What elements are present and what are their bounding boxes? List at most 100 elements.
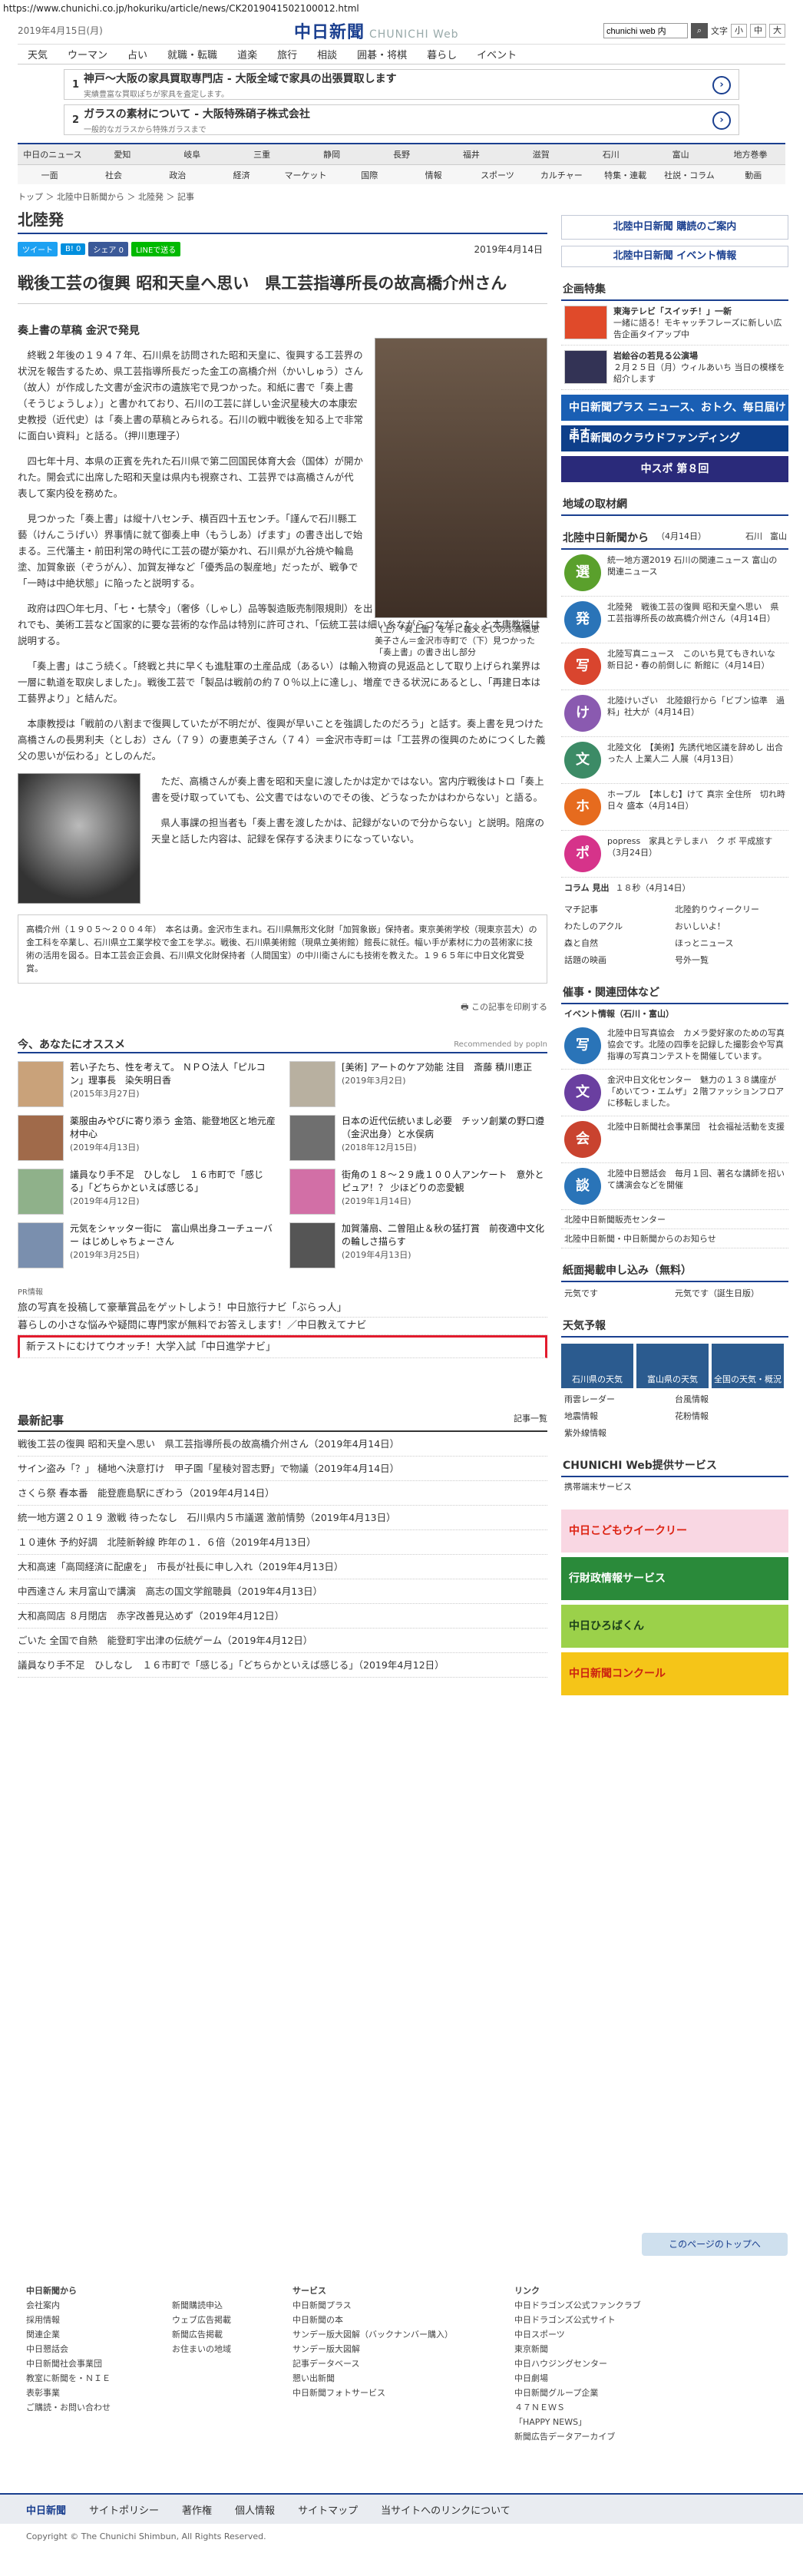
font-small-button[interactable]: 小 [731, 23, 747, 38]
ad-item[interactable]: 2 ガラスの素材について - 大阪特殊硝子株式会社 一般的なガラスから特殊ガラスまで… [64, 104, 739, 135]
print-link[interactable]: 🖶 この記事を印刷する [18, 1000, 547, 1015]
hokuriku-item[interactable]: け北陸けいざい 北陸銀行から「ビブン協準 過料」社大が（4月14日） [561, 690, 788, 737]
gnav-item[interactable]: 相談 [307, 47, 347, 61]
latest-item[interactable]: 大和高岡店 ８月閉店 赤字改善見込めず（2019年4月12日） [18, 1604, 547, 1629]
sidebar-link[interactable]: マチ記事 [564, 903, 675, 915]
recommend-provider[interactable]: Recommended by popIn [454, 1040, 547, 1049]
banner-kodomo[interactable]: 中日こどもウイークリー [561, 1510, 788, 1553]
apply-link[interactable]: 元気です（誕生日版） [675, 1287, 785, 1299]
hokuriku-item[interactable]: 選統一地方選2019 石川の関連ニュース 富山の関連ニュース [561, 550, 788, 597]
recommend-item[interactable]: [美術] アートのケア効能 注目 斎藤 積川恵正 (2019年3月2日) [289, 1061, 547, 1107]
gnav-item[interactable]: 暮らし [417, 47, 467, 61]
cat-nav-item[interactable]: 一面 [18, 169, 81, 181]
service-link[interactable]: 携帯端末サービス [561, 1477, 788, 1496]
sidebar-link[interactable]: おいしいよ！ [675, 920, 785, 932]
pr-link[interactable]: 旅の写真を投稿して豪華賞品をゲットしよう！中日旅行ナビ「ぶらっ人」 [18, 1300, 547, 1318]
gnav-item[interactable]: 天気 [18, 47, 58, 61]
cat-nav-item[interactable]: カルチャー [530, 169, 593, 181]
weather-link[interactable]: 花粉情報 [675, 1410, 785, 1422]
banner-hiroba[interactable]: 中日ひろばくん [561, 1605, 788, 1648]
cat-nav-item[interactable]: 政治 [146, 169, 210, 181]
weather-link[interactable]: 紫外線情報 [564, 1427, 675, 1439]
latest-item[interactable]: サイン盗み「？」 樋地ヘ決意打け 甲子園「星稜対習志野」で物議（2019年4月1… [18, 1457, 547, 1481]
latest-item[interactable]: １０連休 予約好調 北陸新幹線 昨年の１．６倍（2019年4月13日） [18, 1530, 547, 1555]
more-link[interactable]: 北陸中日新聞・中日新聞からのお知らせ [561, 1229, 788, 1248]
hokuriku-item[interactable]: 文北陸文化 【美術】先誘代地区議を辞めし 出合った人 上業人二 人展（4月13日… [561, 737, 788, 784]
latest-item[interactable]: 大和高速「高岡経済に配慮を」 市長が社長に申し入れ（2019年4月13日） [18, 1555, 547, 1579]
local-nav-item[interactable]: 静岡 [297, 148, 367, 160]
footer-link[interactable]: 著作権 [182, 2502, 212, 2517]
gnav-item[interactable]: 旅行 [267, 47, 307, 61]
tab-ishikawa[interactable]: 石川 [745, 530, 762, 545]
local-nav-item[interactable]: 石川 [576, 148, 646, 160]
cat-nav-item[interactable]: マーケット [273, 169, 337, 181]
recommend-item[interactable]: 若い子たち、性を考えて。 ＮＰＯ法人「ピルコン」理事長 染矢明日香 (2015年3… [18, 1061, 276, 1107]
back-to-top-button[interactable]: このページのトップへ [642, 2233, 788, 2256]
cat-nav-item[interactable]: 動画 [722, 169, 785, 181]
latest-item[interactable]: さくら祭 春本番 能登鹿島駅にぎわう（2019年4月14日） [18, 1481, 547, 1506]
cat-nav-item[interactable]: 特集・連載 [593, 169, 657, 181]
latest-item[interactable]: 議員なり手不足 ひしなし １６市町で「感じる」「どちらかといえば感じる」（201… [18, 1653, 547, 1678]
banner-chuspo[interactable]: 中スポ 第８回 [561, 456, 788, 482]
latest-item[interactable]: 統一地方選２０１９ 激戦 待ったなし 石川県内５市議選 激前情勢（2019年4月… [18, 1506, 547, 1530]
cat-nav-item[interactable]: 社説・コラム [657, 169, 721, 181]
pr-link[interactable]: 暮らしの小さな悩みや疑問に専門家が無料でお答えします！／中日教えてナビ [18, 1318, 547, 1335]
local-nav-item[interactable]: 地方巻拳 [715, 148, 785, 160]
subscribe-button[interactable]: 北陸中日新聞 購読のご案内 [561, 215, 788, 240]
recommend-item[interactable]: 街角の１８～２９歳１００人アンケート 意外とピュア！？ 少ほどりの恋愛観 (201… [289, 1169, 547, 1215]
sidebar-link[interactable]: ほっとニュース [675, 937, 785, 949]
weather-tile[interactable]: 石川県の天気 [561, 1344, 633, 1388]
feature-item[interactable]: 東海テレビ「スイッチ！」一新 一緒に語る！モキャッチフレーズに新しい広告企画タイア… [561, 301, 788, 346]
latest-item[interactable]: 中西達さん 末月富山で講演 高志の国文学館聴員（2019年4月13日） [18, 1579, 547, 1604]
hokuriku-item[interactable]: 写北陸写真ニュース このいち見てもきれいな 新日記・春の前倒しに 新館に（4月1… [561, 643, 788, 690]
latest-item[interactable]: ごいた 全国で自熱 能登町宇出津の伝統ゲーム（2019年4月12日） [18, 1629, 547, 1653]
local-nav-item[interactable]: 三重 [227, 148, 297, 160]
gnav-item[interactable]: イベント [467, 47, 527, 61]
local-nav-item[interactable]: 愛知 [88, 148, 157, 160]
latest-item[interactable]: 戦後工芸の復興 昭和天皇へ思い 県工芸指導所長の故高橋介州さん（2019年4月1… [18, 1432, 547, 1457]
feature-item[interactable]: 岩絵谷の若見る公演場 ２月２５日（月）ウィルあいち 当日の模様を紹介します [561, 346, 788, 390]
recommend-item[interactable]: 元気をシャッター街に 富山県出身ユーチューバー はじめしゃちょーさん (2019年… [18, 1222, 276, 1268]
hokuriku-item[interactable]: ポ popress 家具とテしまハ ク ボ 平成旅す（3月24日） [561, 831, 788, 878]
weather-tile[interactable]: 富山県の天気 [636, 1344, 709, 1388]
chevron-right-icon[interactable]: › [712, 111, 731, 130]
footer-logo[interactable]: 中日新聞 [26, 2502, 66, 2517]
cat-nav-item[interactable]: 社会 [81, 169, 145, 181]
hokuriku-item[interactable]: 発北陸発 戦後工芸の復興 昭和天皇へ思い 県工芸指導所長の故高橋介州さん（4月1… [561, 597, 788, 643]
cat-nav-item[interactable]: 国際 [338, 169, 402, 181]
footer-link[interactable]: サイトポリシー [89, 2502, 159, 2517]
gnav-item[interactable]: 道楽 [227, 47, 267, 61]
banner-chunichi-plus[interactable]: 中日新聞プラス ニュース、おトク、毎日届けます [561, 395, 788, 440]
local-nav-item[interactable]: 滋賀 [506, 148, 576, 160]
local-nav-item[interactable]: 岐阜 [157, 148, 227, 160]
gnav-item[interactable]: 就職・転職 [157, 47, 227, 61]
recommend-item[interactable]: 薬服由みやびに寄り添う 金箔、能登地区と地元産材中心 (2019年4月13日) [18, 1115, 276, 1161]
more-link[interactable]: 北陸中日新聞販売センター [561, 1210, 788, 1229]
weather-link[interactable]: 台風情報 [675, 1393, 785, 1405]
apply-link[interactable]: 元気です [564, 1287, 675, 1299]
font-large-button[interactable]: 大 [769, 23, 785, 38]
event-info-button[interactable]: 北陸中日新聞 イベント情報 [561, 246, 788, 267]
line-share-button[interactable]: LINEで送る [131, 241, 181, 256]
search-input[interactable] [603, 22, 688, 38]
local-nav-item[interactable]: 福井 [436, 148, 506, 160]
hatena-button[interactable]: B! 0 [61, 243, 86, 255]
weather-link[interactable]: 雨雲レーダー [564, 1393, 675, 1405]
group-item[interactable]: 文金沢中日文化センター 魅力の１３８講座が「めいてつ・エムザ」２階ファッションフ… [561, 1070, 788, 1116]
facebook-share-button[interactable]: シェア 0 [88, 241, 128, 256]
local-nav-item[interactable]: 長野 [367, 148, 437, 160]
tab-toyama[interactable]: 富山 [770, 530, 787, 545]
gnav-item[interactable]: 占い [117, 47, 157, 61]
group-item[interactable]: 写北陸中日写真協会 カメラ愛好家のための写真協会です。北陸の四季を記録した撮影会… [561, 1023, 788, 1070]
hokuriku-item[interactable]: ホホープル 【本しむ】けて 真宗 全住所 切れ時 日々 盛本（4月14日） [561, 784, 788, 831]
weather-tile[interactable]: 全国の天気・概況 [712, 1344, 784, 1388]
recommend-item[interactable]: 日本の近代伝統いまし必要 チッソ創業の野口遵（金沢出身）と水俣病 (2018年12… [289, 1115, 547, 1161]
local-nav-item[interactable]: 富山 [646, 148, 715, 160]
breadcrumb[interactable]: トップ ＞ 北陸中日新聞から ＞ 北陸発 ＞ 記事 [18, 190, 785, 203]
banner-gyozaisei[interactable]: 行財政情報サービス [561, 1557, 788, 1600]
banner-crowdfunding[interactable]: 中日新聞のクラウドファンディング [561, 425, 788, 451]
event-link[interactable]: イベント情報（石川・富山） [561, 1004, 788, 1023]
sidebar-link[interactable]: 話題の映画 [564, 954, 675, 966]
site-logo[interactable]: 中日新聞 CHUNICHI Web [294, 18, 459, 43]
column-row[interactable]: コラム 見出 １８秒（4月14日） [561, 878, 788, 898]
